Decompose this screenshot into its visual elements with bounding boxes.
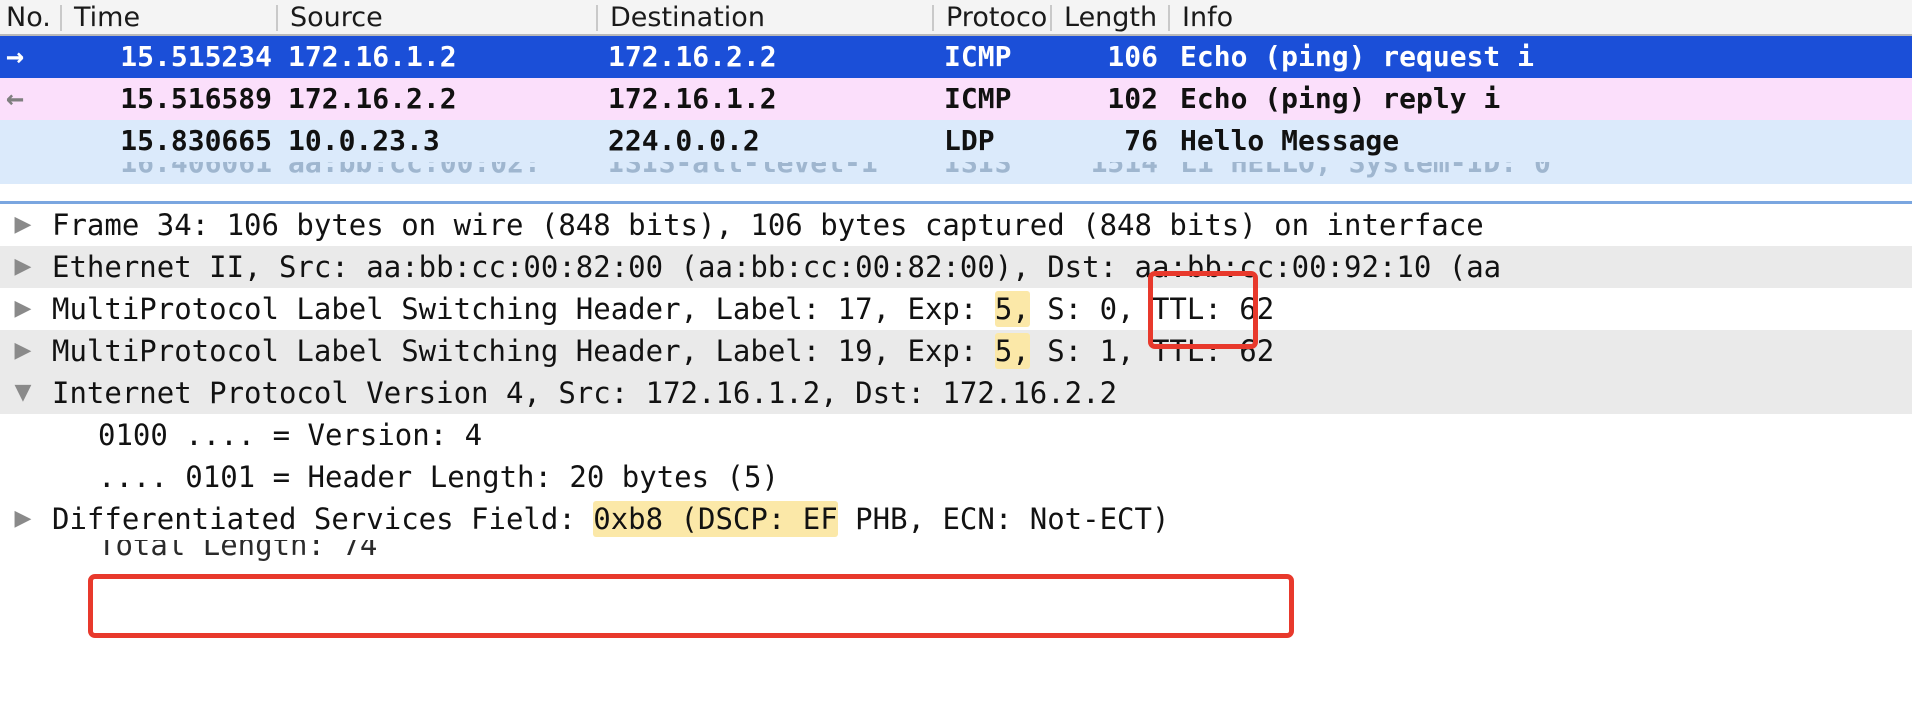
detail-text-segment: MultiProtocol Label Switching Header, La… — [52, 292, 908, 326]
detail-text-segment: 0100 .... = Version: 4 — [98, 418, 483, 452]
detail-text-segment: MultiProtocol Label Switching Header, La… — [52, 334, 908, 368]
detail-tree-row[interactable]: 0100 .... = Version: 4 — [0, 414, 1912, 456]
packet-cell-info: Echo (ping) reply i — [1180, 82, 1501, 115]
packet-cell-source: 172.16.1.2 — [288, 40, 457, 73]
detail-text-segment: Ethernet II, Src: aa:bb:cc:00:82:00 (aa:… — [52, 250, 1502, 284]
packet-cell-protocol: ICMP — [944, 82, 1012, 115]
detail-tree-label: Ethernet II, Src: aa:bb:cc:00:82:00 (aa:… — [52, 246, 1501, 288]
column-header-time[interactable]: Time — [64, 0, 140, 36]
column-header-destination[interactable]: Destination — [600, 0, 765, 36]
packet-cell-destination: 224.0.0.2 — [608, 124, 760, 157]
packet-cell-protocol: LDP — [944, 124, 995, 157]
collapsed-triangle-icon[interactable]: ▶ — [8, 246, 38, 288]
packet-cell-time: 15.516589 — [120, 82, 272, 115]
packet-row[interactable]: 15.830665 10.0.23.3 224.0.0.2 LDP 76 Hello Me… — [0, 120, 1912, 162]
detail-tree-label: Frame 34: 106 bytes on wire (848 bits), … — [52, 204, 1484, 246]
highlighted-value: 5, — [994, 291, 1030, 327]
packet-cell-destination: 172.16.1.2 — [608, 82, 777, 115]
packet-cell-source: 172.16.2.2 — [288, 82, 457, 115]
detail-tree-row[interactable]: ▶ Ethernet II, Src: aa:bb:cc:00:82:00 (aa… — [0, 246, 1912, 288]
collapsed-triangle-icon[interactable]: ▶ — [8, 330, 38, 372]
detail-tree-row[interactable]: Total Length: 74 — [0, 540, 1912, 566]
packet-row[interactable]: ← 15.516589 172.16.2.2 172.16.1.2 ICMP 102 Ech… — [0, 78, 1912, 120]
packet-cell-info: Echo (ping) request i — [1180, 40, 1535, 73]
column-header-protoco[interactable]: Protoco — [936, 0, 1047, 36]
wireshark-window: No. Time Source Destination Protoco Length Inf… — [0, 0, 1912, 720]
detail-text-segment: S: 0, TTL: 62 — [1029, 292, 1275, 326]
detail-tree-row[interactable]: ▶ Differentiated Services Field: 0xb8 (DS… — [0, 498, 1912, 540]
highlighted-value: 0xb8 (DSCP: EF — [593, 501, 838, 537]
packet-details-pane[interactable]: ▶ Frame 34: 106 bytes on wire (848 bits),… — [0, 204, 1912, 720]
packet-list-column-header[interactable]: No. Time Source Destination Protoco Length Inf… — [0, 0, 1912, 36]
column-header-no[interactable]: No. — [0, 0, 51, 36]
detail-tree-label: MultiProtocol Label Switching Header, La… — [52, 330, 1274, 372]
packet-row[interactable]: 16.406061 aa:bb:cc:00:02: ISIS-all-level-1… — [0, 162, 1912, 184]
packet-cell-info: Hello Message — [1180, 124, 1400, 157]
detail-tree-row[interactable]: .... 0101 = Header Length: 20 bytes (5) — [0, 456, 1912, 498]
detail-tree-row[interactable]: ▶ Frame 34: 106 bytes on wire (848 bits),… — [0, 204, 1912, 246]
packet-cell-source: aa:bb:cc:00:02: — [288, 162, 541, 179]
detail-tree-label: Total Length: 74 — [98, 540, 377, 566]
column-divider[interactable] — [60, 5, 62, 31]
expanded-triangle-icon[interactable]: ▼ — [8, 372, 38, 414]
detail-text-segment: Internet Protocol Version 4, Src: 172.16… — [52, 376, 1118, 410]
column-divider[interactable] — [932, 5, 934, 31]
packet-cell-length: 76 — [1124, 124, 1158, 157]
packet-cell-length: 106 — [1107, 40, 1158, 73]
detail-tree-label: Differentiated Services Field: 0xb8 (DSC… — [52, 498, 1169, 540]
column-divider[interactable] — [1168, 5, 1170, 31]
packet-cell-destination: ISIS-all-level-1 — [608, 162, 878, 179]
packet-cell-protocol: ICMP — [944, 40, 1012, 73]
detail-text-segment: S: 1, TTL: 62 — [1029, 334, 1275, 368]
detail-text-segment: Total Length: 74 — [98, 540, 378, 562]
packet-cell-time: 15.830665 — [120, 124, 272, 157]
highlighted-value: 5, — [994, 333, 1030, 369]
column-divider[interactable] — [1050, 5, 1052, 31]
collapsed-triangle-icon[interactable]: ▶ — [8, 498, 38, 540]
arrow-right-icon: → — [6, 39, 25, 74]
detail-text-segment: .... 0101 = Header Length: 20 bytes (5) — [98, 460, 779, 494]
detail-tree-row[interactable]: ▶ MultiProtocol Label Switching Header, L… — [0, 330, 1912, 372]
column-divider[interactable] — [276, 5, 278, 31]
collapsed-triangle-icon[interactable]: ▶ — [8, 204, 38, 246]
column-header-info[interactable]: Info — [1172, 0, 1233, 36]
packet-cell-info: L1 HELLO, System-ID: 0 — [1180, 162, 1551, 179]
packet-row[interactable]: → 15.515234 172.16.1.2 172.16.2.2 ICMP 106 Ech… — [0, 36, 1912, 78]
detail-text-segment: PHB, ECN: Not-ECT) — [837, 502, 1170, 536]
packet-cell-destination: 172.16.2.2 — [608, 40, 777, 73]
detail-tree-label: 0100 .... = Version: 4 — [98, 414, 482, 456]
column-header-length[interactable]: Length — [1054, 0, 1157, 36]
packet-cell-length: 1514 — [1090, 162, 1158, 179]
packet-list-pane[interactable]: No. Time Source Destination Protoco Length Inf… — [0, 0, 1912, 204]
packet-list-rows[interactable]: → 15.515234 172.16.1.2 172.16.2.2 ICMP 106 Ech… — [0, 36, 1912, 184]
packet-cell-time: 16.406061 — [120, 162, 272, 179]
detail-tree-row[interactable]: ▼ Internet Protocol Version 4, Src: 172.1… — [0, 372, 1912, 414]
packet-cell-protocol: ISIS — [944, 162, 1012, 179]
detail-tree-label: MultiProtocol Label Switching Header, La… — [52, 288, 1274, 330]
arrow-left-icon: ← — [6, 81, 25, 116]
packet-cell-time: 15.515234 — [120, 40, 272, 73]
detail-text-segment: Exp: — [907, 292, 995, 326]
detail-text-segment: Frame 34: 106 bytes on wire (848 bits), … — [52, 208, 1484, 242]
detail-tree-label: .... 0101 = Header Length: 20 bytes (5) — [98, 456, 779, 498]
collapsed-triangle-icon[interactable]: ▶ — [8, 288, 38, 330]
packet-cell-length: 102 — [1107, 82, 1158, 115]
packet-cell-source: 10.0.23.3 — [288, 124, 440, 157]
detail-text-segment: Differentiated Services Field: — [52, 502, 594, 536]
column-header-source[interactable]: Source — [280, 0, 383, 36]
column-divider[interactable] — [596, 5, 598, 31]
detail-tree-label: Internet Protocol Version 4, Src: 172.16… — [52, 372, 1117, 414]
detail-text-segment: Exp: — [907, 334, 995, 368]
detail-tree-row[interactable]: ▶ MultiProtocol Label Switching Header, L… — [0, 288, 1912, 330]
